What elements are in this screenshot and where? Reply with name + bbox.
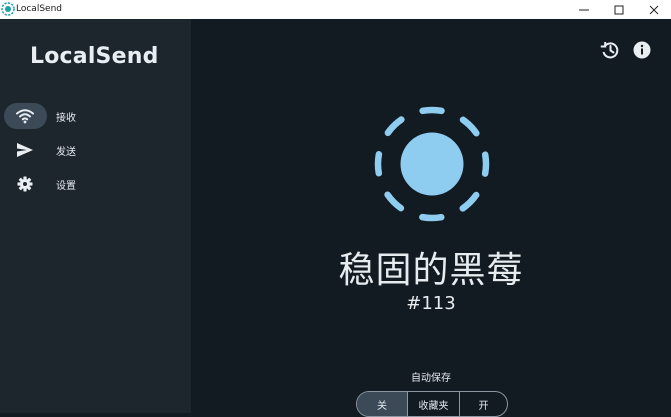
localsend-logo-icon [1, 2, 15, 16]
maximize-icon [614, 5, 624, 14]
sidebar-item-label: 发送 [56, 147, 76, 158]
title-bar: LocalSend [0, 0, 671, 19]
sidebar-item-receive[interactable]: 接收 [0, 103, 191, 129]
sidebar-item-send[interactable]: 发送 [0, 137, 191, 163]
main-panel: 稳固的黑莓 #113 自动保存 关 收藏夹 开 [191, 19, 671, 417]
device-id: #113 [406, 293, 456, 314]
autosave-option-on[interactable]: 开 [459, 392, 507, 416]
send-icon [17, 143, 33, 157]
device-logo-icon [374, 106, 490, 222]
info-icon[interactable] [631, 39, 653, 61]
window-title: LocalSend [16, 4, 62, 14]
wifi-icon [16, 109, 34, 124]
close-button[interactable] [636, 0, 671, 19]
close-icon [649, 5, 659, 14]
device-name: 稳固的黑莓 [338, 250, 524, 291]
minimize-icon [579, 9, 589, 10]
app-name: LocalSend [30, 44, 159, 69]
autosave-label: 自动保存 [411, 373, 451, 384]
sidebar: LocalSend 接收 发送 设置 [0, 19, 191, 413]
sidebar-item-label: 接收 [56, 113, 76, 124]
autosave-option-off[interactable]: 关 [357, 392, 407, 416]
sidebar-item-label: 设置 [56, 181, 76, 192]
maximize-button[interactable] [601, 0, 637, 19]
autosave-option-favorites[interactable]: 收藏夹 [407, 392, 459, 416]
gear-icon [17, 176, 33, 192]
autosave-segmented-control: 关 收藏夹 开 [356, 391, 508, 417]
history-icon[interactable] [599, 39, 621, 61]
sidebar-item-settings[interactable]: 设置 [0, 171, 191, 197]
minimize-button[interactable] [566, 0, 602, 19]
